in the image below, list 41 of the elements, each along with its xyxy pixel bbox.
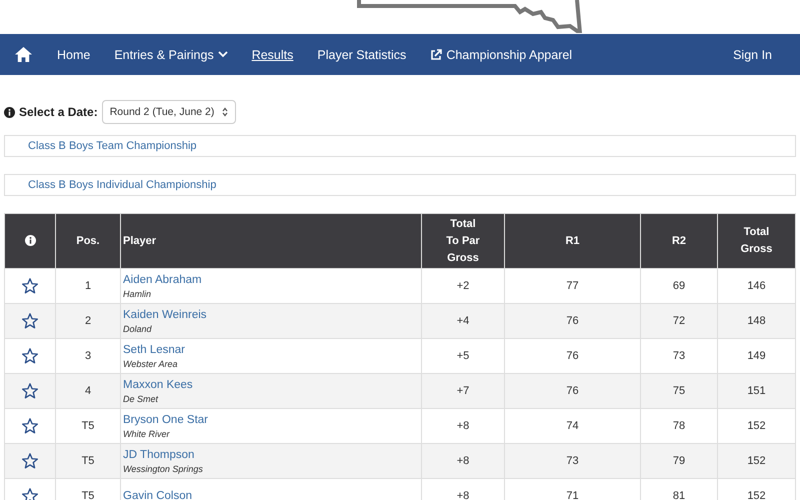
sign-in-link[interactable]: Sign In bbox=[733, 48, 772, 62]
nav-link[interactable]: Player Statistics bbox=[317, 48, 406, 62]
star-icon[interactable] bbox=[21, 347, 39, 365]
player-link[interactable]: Maxxon Kees bbox=[123, 378, 419, 390]
column-header: R2 bbox=[640, 214, 718, 268]
star-icon[interactable] bbox=[21, 277, 39, 295]
team-name: White River bbox=[123, 428, 171, 438]
team-name: Hamlin bbox=[123, 288, 152, 298]
date-label: Select a Date: bbox=[19, 105, 98, 119]
player-link[interactable]: JD Thompson bbox=[123, 448, 419, 460]
player-link[interactable]: Seth Lesnar bbox=[123, 344, 419, 356]
star-icon[interactable] bbox=[21, 417, 39, 435]
column-header: Player bbox=[120, 214, 422, 268]
championship-link[interactable]: Class B Boys Team Championship bbox=[4, 135, 796, 157]
star-icon[interactable] bbox=[21, 382, 39, 400]
team-name: Webster Area bbox=[123, 358, 179, 368]
nav-link[interactable]: Entries & Pairings bbox=[114, 48, 228, 62]
player-link[interactable]: Kaiden Weinreis bbox=[123, 308, 419, 320]
nav-link[interactable]: Home bbox=[57, 48, 90, 62]
star-icon[interactable] bbox=[21, 452, 39, 470]
column-header: Pos. bbox=[56, 214, 120, 268]
player-link[interactable]: Aiden Abraham bbox=[123, 274, 419, 286]
nav-link[interactable]: Results bbox=[252, 48, 294, 62]
chevron-down-icon bbox=[218, 51, 228, 58]
home-icon[interactable] bbox=[14, 46, 33, 63]
info-icon bbox=[4, 106, 15, 118]
column-header: R1 bbox=[504, 214, 640, 268]
info-icon bbox=[24, 235, 36, 246]
star-icon[interactable] bbox=[21, 312, 39, 330]
nav-link[interactable]: Championship Apparel bbox=[430, 48, 572, 62]
star-icon[interactable] bbox=[21, 487, 39, 500]
up-down-caret-icon bbox=[222, 107, 228, 117]
external-link-icon bbox=[430, 48, 442, 60]
player-link[interactable]: Bryson One Star bbox=[123, 414, 419, 426]
team-name: Wessington Springs bbox=[123, 464, 204, 474]
column-header: Total To Par Gross bbox=[422, 214, 504, 268]
team-name: Doland bbox=[123, 324, 153, 334]
championship-link[interactable]: Class B Boys Individual Championship bbox=[4, 174, 796, 196]
date-select[interactable]: Round 2 (Tue, June 2) bbox=[102, 100, 236, 124]
column-header: Total Gross bbox=[718, 214, 796, 268]
team-name: De Smet bbox=[123, 394, 160, 404]
